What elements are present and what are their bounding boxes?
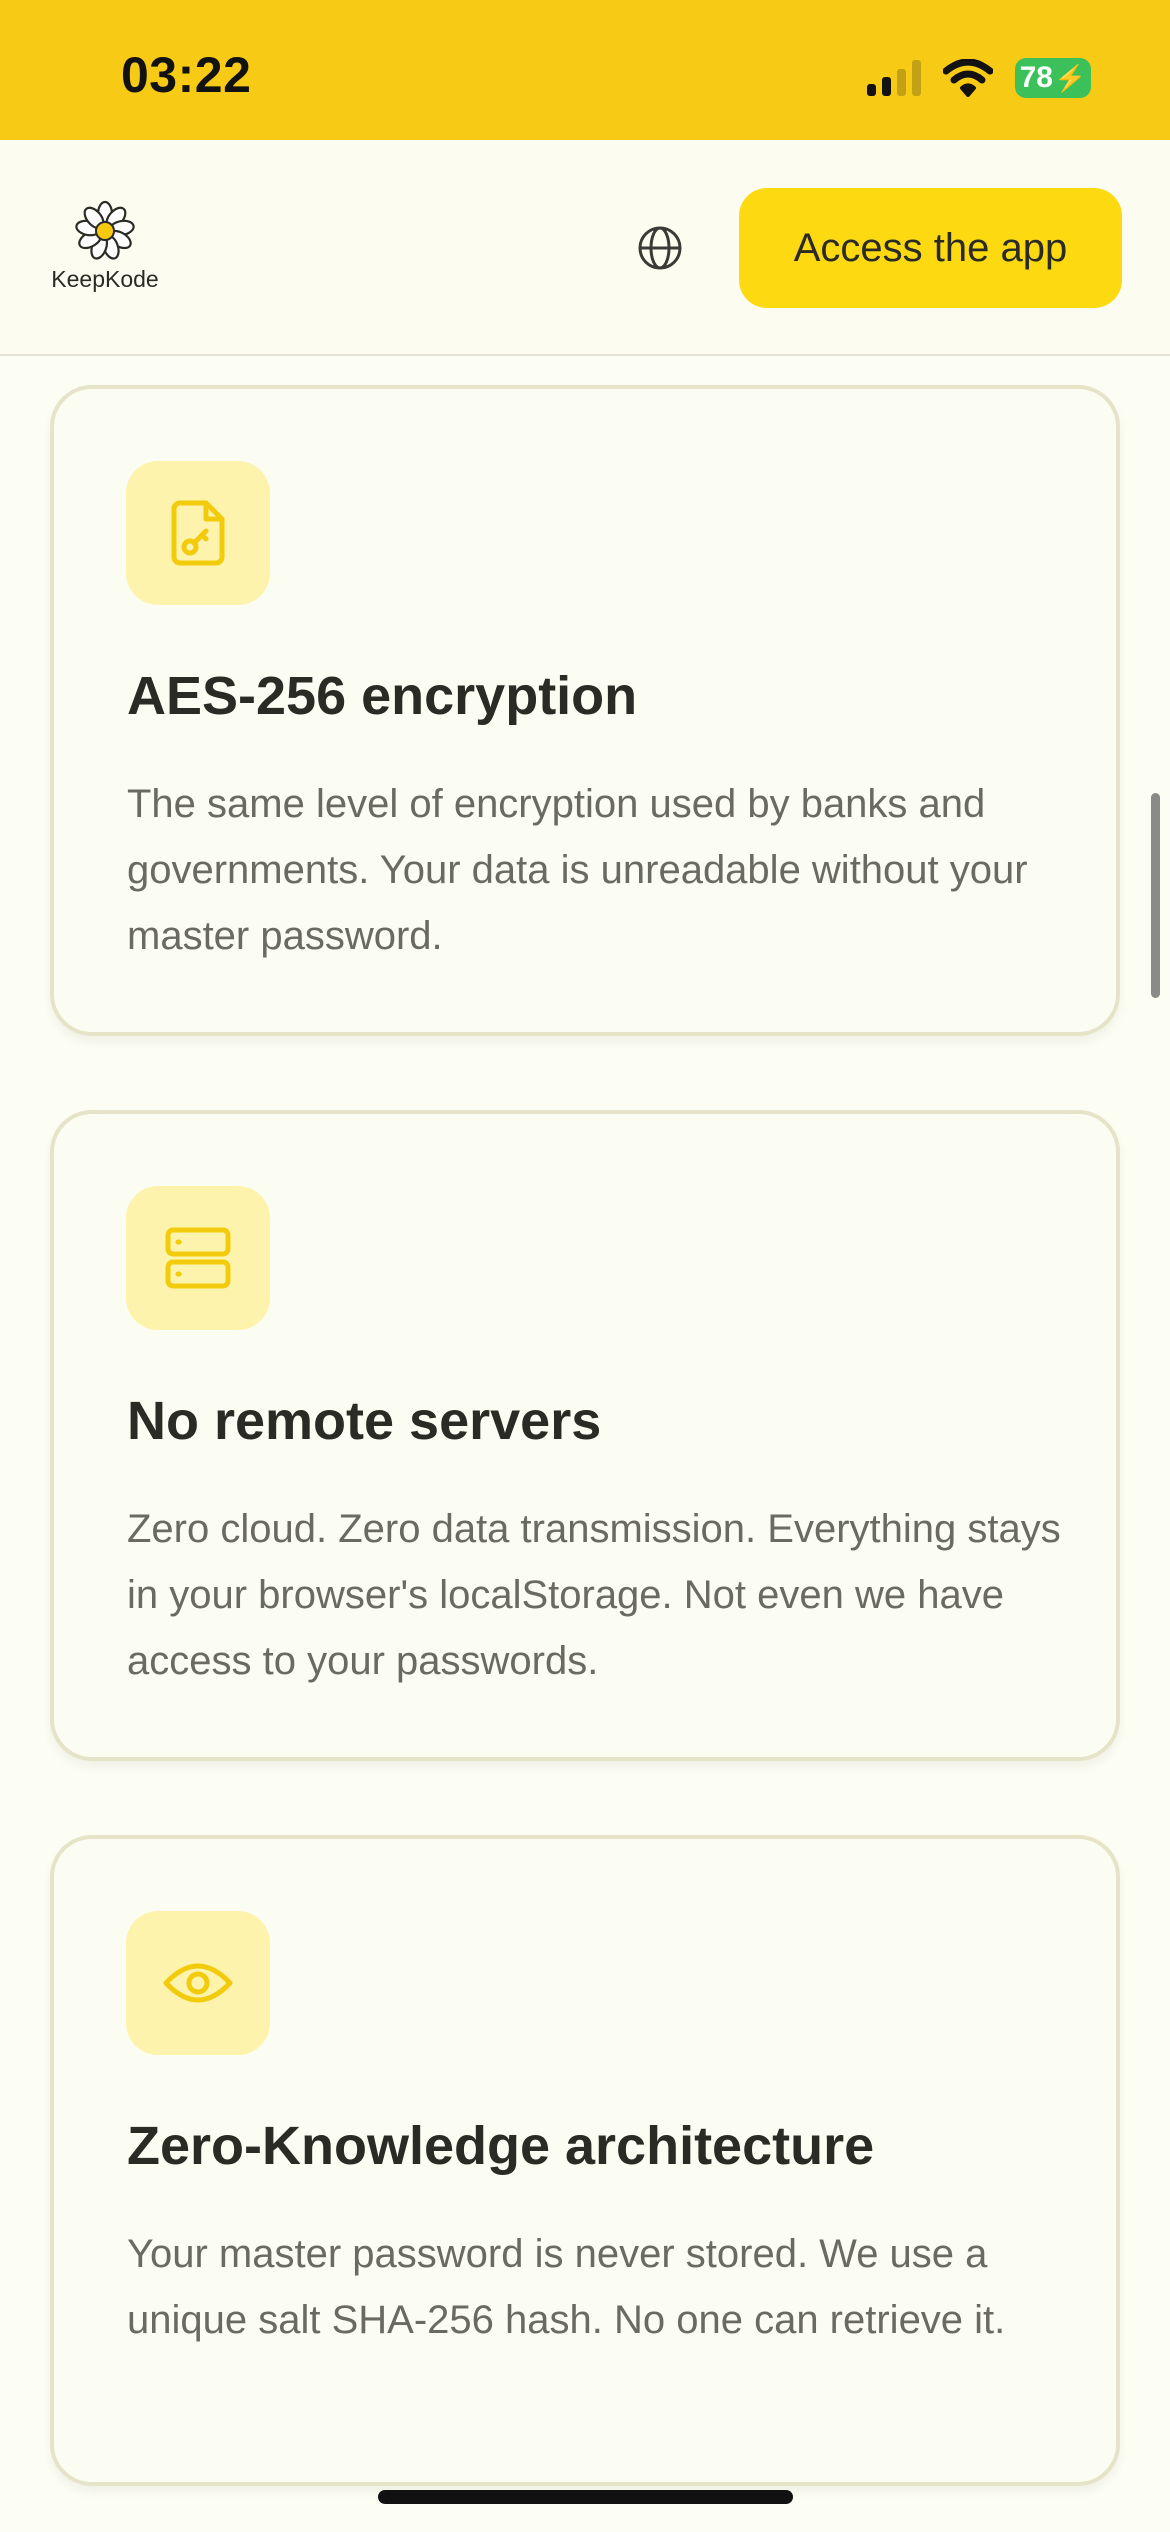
feature-card-no-servers: No remote servers Zero cloud. Zero data … xyxy=(50,1110,1120,1761)
battery-charging-icon: 78 ⚡ xyxy=(1015,58,1091,98)
globe-icon xyxy=(638,226,682,270)
logo[interactable]: KeepKode xyxy=(50,200,160,293)
feature-icon-tile xyxy=(126,1186,270,1330)
feature-icon-tile xyxy=(126,1911,270,2055)
bolt-icon: ⚡ xyxy=(1054,62,1087,93)
feature-description: The same level of encryption used by ban… xyxy=(127,782,1028,958)
file-key-icon xyxy=(171,500,225,566)
access-app-button[interactable]: Access the app xyxy=(739,188,1122,308)
battery-level: 78 xyxy=(1019,61,1053,94)
battery-badge: 78 ⚡ xyxy=(1015,58,1091,98)
feature-card-zero-knowledge: Zero-Knowledge architecture Your master … xyxy=(50,1835,1120,2486)
feature-title: AES-256 encryption xyxy=(127,666,638,726)
feature-description: Your master password is never stored. We… xyxy=(127,2232,1006,2342)
feature-icon-tile xyxy=(126,461,270,605)
eye-icon xyxy=(163,1963,233,2003)
language-button[interactable] xyxy=(632,220,688,276)
home-indicator[interactable] xyxy=(378,2490,793,2504)
status-icons: 78 ⚡ xyxy=(867,56,1091,100)
logo-text: KeepKode xyxy=(51,266,159,292)
daisy-flower-icon xyxy=(75,200,135,260)
feature-card-encryption: AES-256 encryption The same level of enc… xyxy=(50,385,1120,1036)
wifi-icon xyxy=(943,59,993,97)
server-icon xyxy=(165,1227,231,1289)
feature-description: Zero cloud. Zero data transmission. Ever… xyxy=(127,1507,1061,1683)
feature-title: No remote servers xyxy=(127,1391,602,1451)
scrollbar-thumb[interactable] xyxy=(1151,793,1160,998)
feature-title: Zero-Knowledge architecture xyxy=(127,2116,875,2176)
site-header: KeepKode Access the app xyxy=(0,140,1170,356)
status-bar: 03:22 78 ⚡ xyxy=(0,0,1170,140)
signal-icon xyxy=(867,60,921,96)
status-time: 03:22 xyxy=(121,47,252,103)
